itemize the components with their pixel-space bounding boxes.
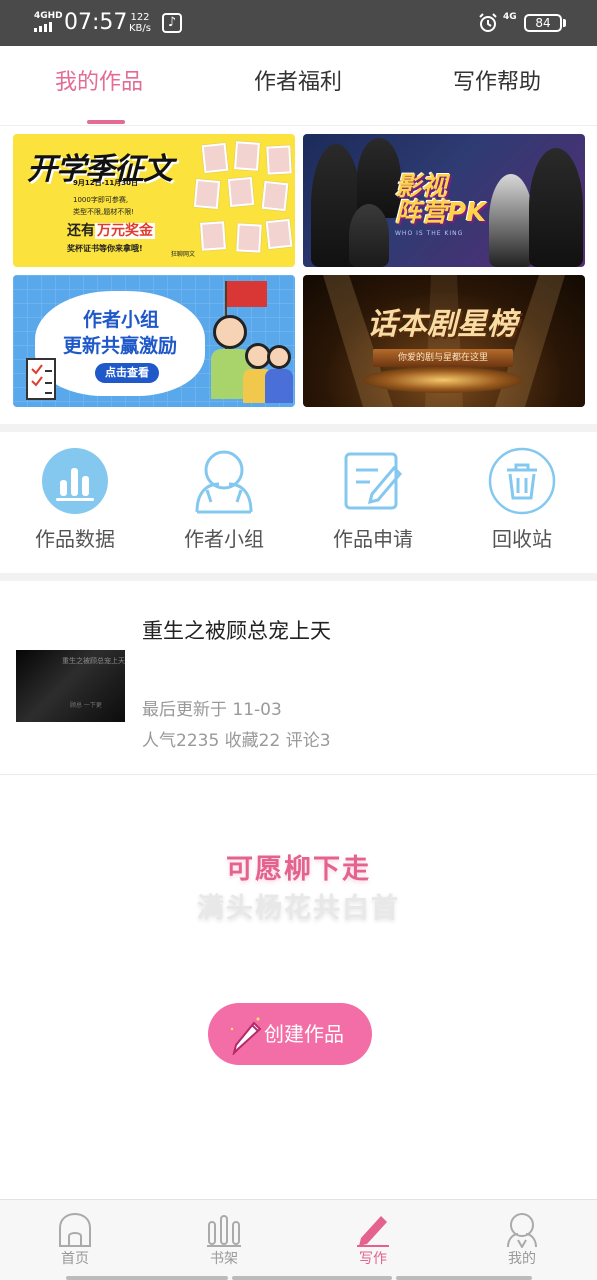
banner-subtitle: WHO IS THE KING [395,230,464,237]
banner-title: 影视 阵营PK [395,172,487,228]
banner-text: 奖杯证书等你来拿哦! [67,244,143,253]
clock: 07:57 [64,10,128,35]
quick-action-label: 作者小组 [184,527,264,551]
top-tabs: 我的作品 作者福利 写作帮助 [0,46,597,126]
work-title[interactable]: 重生之被顾总宠上天 [142,616,331,646]
stage [363,367,523,393]
active-tab-indicator [87,120,125,124]
divider [0,774,597,775]
gesture-indicator [396,1276,532,1280]
quick-action-label: 回收站 [492,527,552,551]
banner-title: 话本剧星榜 [367,307,517,342]
signal-icon [34,22,56,32]
nav-profile[interactable]: 我的 [447,1200,597,1276]
photo-collage [193,140,293,262]
quick-action-work-application[interactable]: 作品申请 [308,446,438,556]
battery-icon: 84 [524,14,562,32]
banner-subtitle: 你爱的剧与星都在这里 [373,349,513,367]
status-bar: 4GHD 07:57 122 KB/s ♪ 4G 84 [0,0,597,46]
person-image [489,174,533,267]
trash-icon [488,447,556,515]
bottom-nav: 首页 书架 写作 我的 [0,1199,597,1280]
network-speed: 122 KB/s [129,12,151,34]
quote-line-2: 满头杨花共白首 [197,893,400,924]
view-button[interactable]: 点击查看 [95,363,159,383]
person-image [349,204,389,267]
work-last-updated: 最后更新于 11-03 [142,700,282,720]
network-speed-unit: KB/s [129,23,151,34]
network-type-right: 4G [503,12,517,22]
prize-highlight: 万元奖金 [95,223,155,239]
banner-brand: 狂聊网文 [171,251,196,258]
home-icon [59,1212,91,1247]
battery-cap [563,19,566,27]
bar-chart-icon [42,448,108,514]
music-icon: ♪ [162,13,182,33]
pencil-icon [230,1017,262,1055]
nav-label: 写作 [359,1251,387,1267]
network-speed-value: 122 [130,12,150,23]
battery-level: 84 [535,16,551,30]
banner-title: 更新共赢激励 [63,335,178,357]
tab-my-works[interactable]: 我的作品 [9,68,189,98]
banner-date: 9月12日-11月30日 [73,179,138,187]
red-flag [227,281,267,307]
banner-author-group[interactable]: 作者小组 更新共赢激励 点击查看 [13,275,295,407]
banner-film-pk[interactable]: 影视 阵营PK WHO IS THE KING [303,134,585,267]
nav-bookshelf[interactable]: 书架 [149,1200,299,1276]
pen-icon [357,1216,389,1247]
quick-action-work-data[interactable]: 作品数据 [10,446,140,556]
gesture-indicator [232,1276,392,1280]
nav-home[interactable]: 首页 [0,1200,150,1276]
nav-writing[interactable]: 写作 [298,1200,448,1276]
quote-line-1: 可愿柳下走 [226,854,371,885]
group-icon [195,450,253,514]
nav-label: 书架 [210,1251,238,1267]
cartoon-body [265,369,293,403]
section-divider [0,573,597,581]
banner-essay-contest[interactable]: 开学季征文 9月12日-11月30日 1000字即可参赛, 类型不限,题材不限!… [13,134,295,267]
work-stats: 人气2235 收藏22 评论3 [142,731,331,751]
alarm-icon [479,13,497,32]
cover-text: 重生之被顾总宠上天 [62,657,125,665]
quick-action-label: 作品数据 [35,527,115,551]
network-type-left: 4GHD [34,11,63,21]
quick-action-author-group[interactable]: 作者小组 [159,446,289,556]
person-image [529,148,583,267]
banner-text: 类型不限,题材不限! [73,208,135,216]
nav-label: 首页 [61,1251,89,1267]
section-divider [0,424,597,432]
edit-document-icon [344,452,403,510]
cartoon-kid [267,345,291,369]
profile-icon [507,1213,537,1248]
work-cover-image[interactable]: 重生之被顾总宠上天 顾总 一下更 [16,650,125,722]
banner-prize: 还有 万元奖金 [67,223,155,239]
create-work-label: 创建作品 [264,1022,344,1046]
quick-action-label: 作品申请 [333,527,413,551]
banner-text: 1000字即可参赛, [73,196,129,204]
cover-text: 顾总 一下更 [70,702,102,709]
banner-drama-ranking[interactable]: 话本剧星榜 你爱的剧与星都在这里 [303,275,585,407]
bookshelf-icon [207,1215,241,1247]
gesture-indicator [66,1276,228,1280]
cartoon-kid [213,315,247,349]
nav-label: 我的 [508,1251,536,1267]
banner-title: 作者小组 [83,309,160,331]
tab-author-benefits[interactable]: 作者福利 [208,68,388,98]
tab-writing-help[interactable]: 写作帮助 [407,68,587,98]
checklist-icon [26,358,56,400]
create-work-button[interactable]: 创建作品 [208,1003,372,1065]
quick-action-recycle-bin[interactable]: 回收站 [457,446,587,556]
